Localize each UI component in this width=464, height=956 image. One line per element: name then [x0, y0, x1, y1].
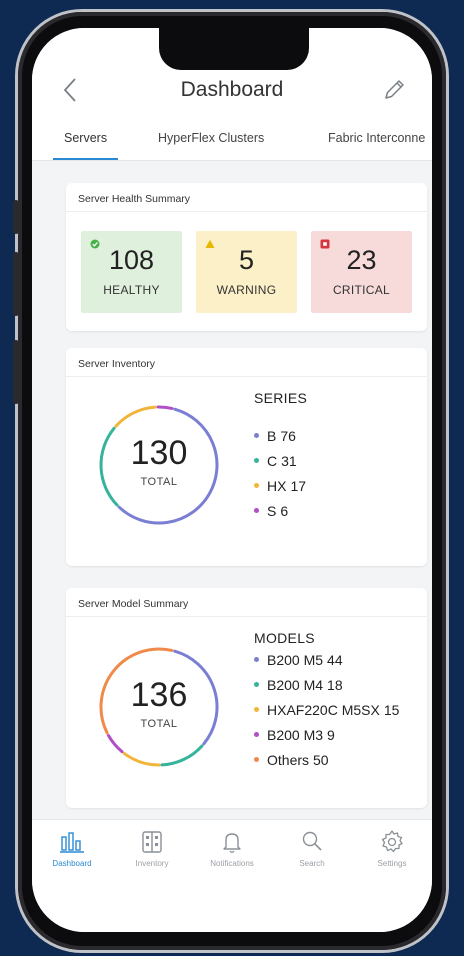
legend-dot [254, 681, 259, 687]
bar-chart-icon [60, 832, 84, 853]
legend-item[interactable]: HX 17 [254, 478, 306, 494]
divider [66, 211, 427, 212]
mute-button [13, 340, 19, 404]
card-title: Server Health Summary [78, 193, 191, 205]
tab-search[interactable]: Search [272, 820, 352, 868]
legend-name: B [267, 428, 277, 444]
server-rack-icon [142, 831, 162, 853]
tab-fabric-interconnects[interactable]: Fabric Interconne [328, 120, 425, 158]
critical-tile[interactable]: 23 CRITICAL [311, 231, 412, 313]
legend-dot [254, 432, 259, 438]
legend-name: HX [267, 478, 287, 494]
healthy-tile[interactable]: 108 HEALTHY [81, 231, 182, 313]
legend-name: C [267, 453, 278, 469]
models-total-count: 136 [130, 676, 188, 714]
legend-value: 76 [280, 428, 296, 444]
divider [66, 376, 427, 377]
donut-segment-hxaf220c-m5sx [122, 751, 161, 767]
tab-servers[interactable]: Servers [53, 120, 119, 160]
series-legend-title: SERIES [254, 390, 308, 406]
volume-up-button [13, 200, 19, 234]
legend-dot [254, 457, 259, 463]
critical-label: CRITICAL [332, 283, 391, 297]
notch [159, 28, 309, 70]
tab-inventory[interactable]: Inventory [112, 820, 192, 868]
tab-hyperflex-clusters[interactable]: HyperFlex Clusters [158, 120, 264, 158]
legend-name: B200 M3 [267, 727, 324, 743]
server-health-card[interactable]: Server Health Summary 108 HEALTHY 5 WARN… [66, 183, 427, 331]
volume-down-button [13, 252, 19, 316]
tab-label: Inventory [135, 859, 169, 868]
legend-name: B200 M5 [267, 652, 324, 668]
divider [66, 616, 427, 617]
legend-value: 17 [290, 478, 307, 494]
card-title: Server Model Summary [78, 598, 189, 610]
inventory-total-count: 130 [130, 434, 188, 472]
tab-dashboard[interactable]: Dashboard [32, 820, 112, 868]
pencil-edit-icon[interactable] [380, 76, 408, 104]
search-icon [302, 831, 322, 851]
donut-segment-hx [114, 405, 157, 428]
server-inventory-card[interactable]: Server Inventory 130 TOTAL SERIES B 76 C 31… [66, 348, 427, 566]
inventory-total-label: TOTAL [140, 476, 178, 488]
tab-label: Notifications [210, 859, 254, 868]
donut-segment-b200-m4 [160, 744, 204, 767]
tab-label: Settings [377, 859, 407, 868]
tab-label: Dashboard [52, 859, 92, 868]
legend-item[interactable]: C 31 [254, 453, 297, 469]
legend-dot [254, 706, 259, 712]
legend-item[interactable]: HXAF220C M5SX 15 [254, 702, 399, 718]
legend-dot [254, 756, 259, 762]
tab-bar-top: Servers HyperFlex Clusters Fabric Interc… [32, 120, 432, 161]
tab-label: Search [299, 859, 325, 868]
legend-name: HXAF220C M5SX [267, 702, 380, 718]
legend-item[interactable]: B200 M3 9 [254, 727, 335, 743]
legend-item[interactable]: B200 M5 44 [254, 652, 343, 668]
legend-dot [254, 656, 259, 662]
legend-value: 44 [327, 652, 343, 668]
donut-segment-s [156, 405, 174, 410]
legend-dot [254, 731, 259, 737]
app-screen: Dashboard Servers HyperFlex Clusters Fab… [32, 28, 432, 932]
legend-name: B200 M4 [267, 677, 324, 693]
healthy-label: HEALTHY [103, 283, 160, 297]
card-title: Server Inventory [78, 358, 156, 370]
models-total-label: TOTAL [140, 718, 178, 730]
page-title: Dashboard [180, 78, 284, 101]
tab-notifications[interactable]: Notifications [192, 820, 272, 868]
legend-dot [254, 507, 259, 513]
tab-settings[interactable]: Settings [352, 820, 432, 868]
legend-value: 6 [280, 503, 289, 519]
legend-value: 50 [313, 752, 329, 768]
legend-name: S [267, 503, 277, 519]
server-model-card[interactable]: Server Model Summary 136 TOTAL MODELS B2… [66, 588, 427, 808]
legend-name: Others [267, 752, 310, 768]
bell-icon [223, 833, 241, 853]
legend-item[interactable]: B200 M4 18 [254, 677, 343, 693]
healthy-count: 108 [108, 245, 155, 275]
legend-value: 9 [327, 727, 335, 743]
bottom-tab-bar: Dashboard Inventory Notifications Search… [32, 819, 432, 932]
legend-item[interactable]: B 76 [254, 428, 296, 444]
legend-item[interactable]: Others 50 [254, 752, 329, 768]
legend-dot [254, 482, 259, 488]
legend-value: 15 [383, 702, 400, 718]
critical-count: 23 [346, 245, 377, 275]
models-legend-title: MODELS [254, 630, 315, 646]
donut-segment-b200-m3 [107, 734, 124, 754]
legend-item[interactable]: S6 [254, 503, 288, 519]
legend-value: 31 [281, 453, 297, 469]
legend-value: 18 [327, 677, 343, 693]
warning-tile[interactable]: 5 WARNING [196, 231, 297, 313]
warning-count: 5 [238, 245, 255, 275]
gear-icon [381, 830, 403, 853]
warning-label: WARNING [216, 283, 277, 297]
